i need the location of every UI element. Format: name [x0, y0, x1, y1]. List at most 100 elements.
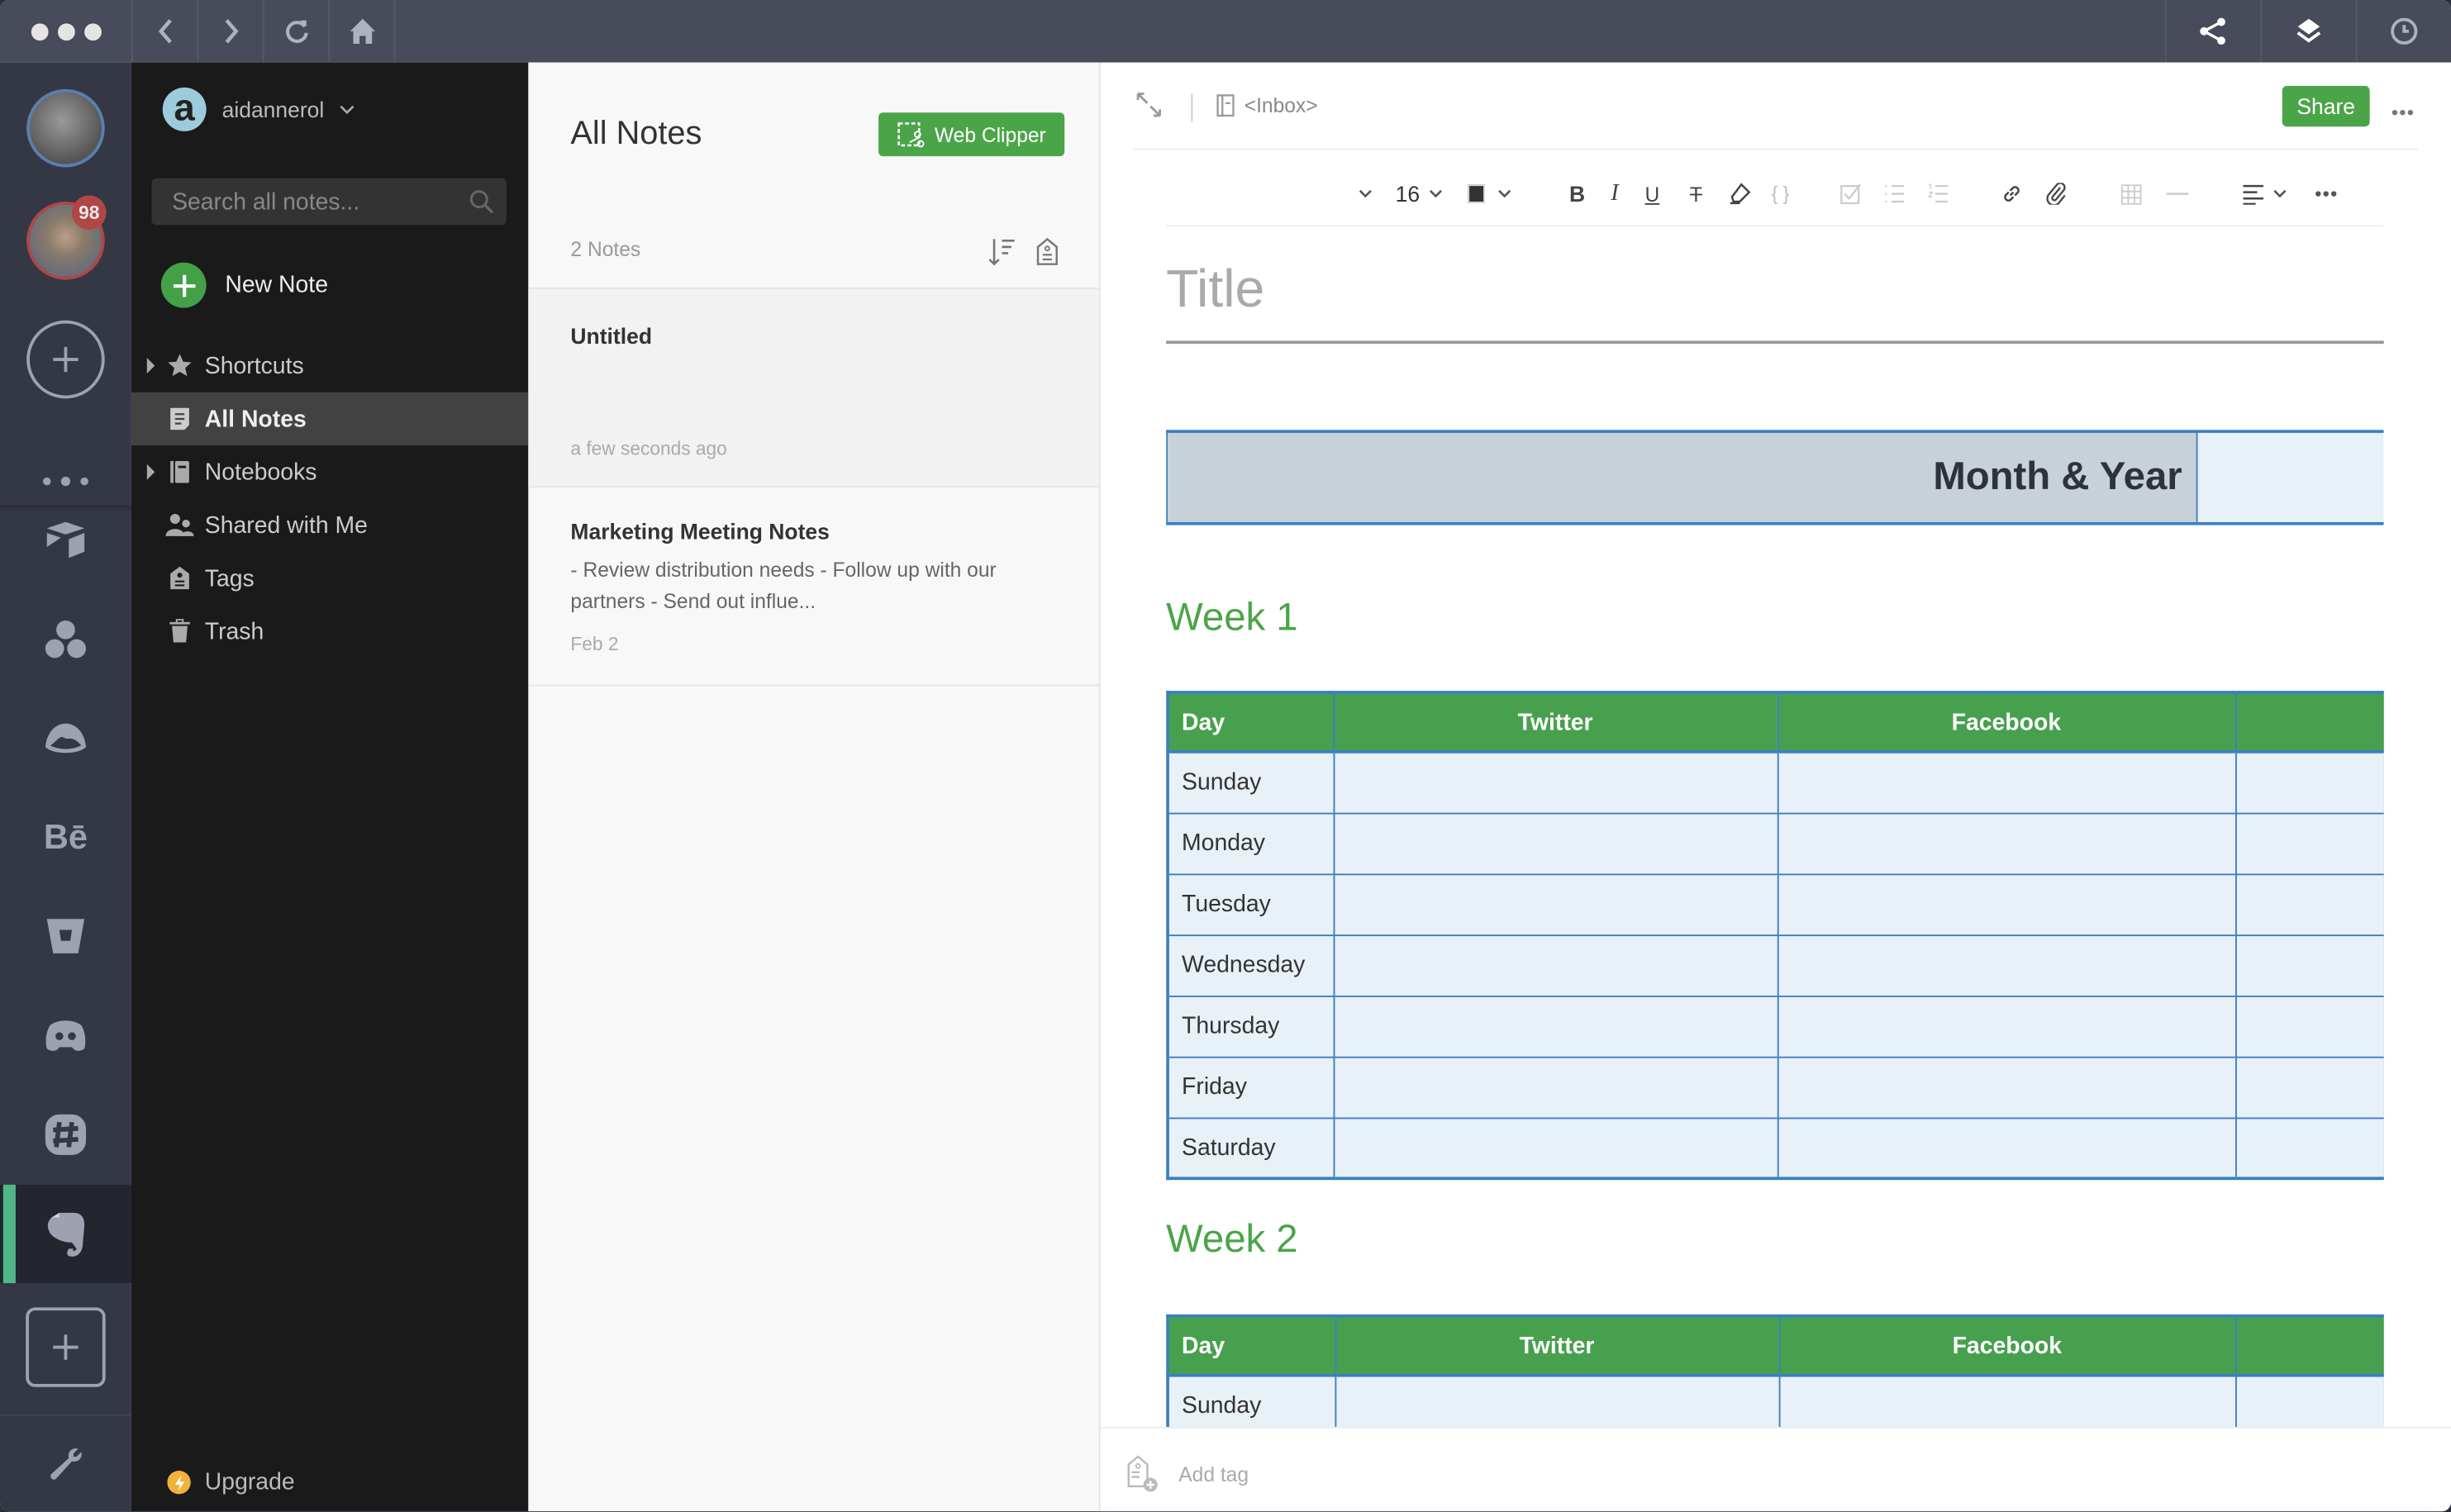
expand-caret-icon[interactable]	[146, 358, 155, 374]
upgrade-button[interactable]: Upgrade	[167, 1469, 295, 1495]
home-button[interactable]	[330, 0, 396, 63]
table-cell[interactable]	[1332, 811, 1778, 875]
column-header[interactable]: Twitter	[1332, 691, 1778, 754]
table-cell[interactable]	[1334, 1374, 1780, 1428]
sidebar-item-all-notes[interactable]: All Notes	[131, 392, 529, 446]
note-body[interactable]: Month & Year Week 1 Day Twitter Facebook…	[1166, 430, 2384, 1428]
app-asana[interactable]	[0, 605, 131, 673]
column-header[interactable]: Day	[1166, 691, 1335, 754]
divider-button[interactable]	[2163, 178, 2192, 210]
column-header[interactable]	[2234, 691, 2384, 754]
expand-button[interactable]	[1135, 91, 1163, 127]
sidebar-item-tags[interactable]: Tags	[131, 552, 528, 605]
add-account-button[interactable]	[0, 316, 131, 403]
share-button[interactable]: Share	[2282, 86, 2370, 127]
italic-button[interactable]: I	[1604, 178, 1625, 210]
table-cell[interactable]	[2234, 872, 2384, 936]
tag-filter-button[interactable]	[1036, 237, 1058, 274]
app-bitbucket[interactable]	[0, 901, 131, 970]
strikethrough-button[interactable]: T	[1685, 178, 1706, 210]
add-tag-button[interactable]: Add tag	[1126, 1455, 1249, 1492]
forward-button[interactable]	[198, 0, 264, 63]
table-cell[interactable]	[1776, 750, 2236, 814]
table-cell[interactable]	[2234, 1374, 2384, 1428]
table-cell[interactable]	[1332, 1055, 1778, 1119]
table-cell[interactable]	[1776, 811, 2236, 875]
sidebar-item-shared[interactable]: Shared with Me	[131, 498, 528, 551]
alignment-dropdown[interactable]	[2239, 178, 2292, 210]
attachment-button[interactable]	[2044, 178, 2069, 210]
reload-button[interactable]	[264, 0, 331, 63]
app-basecamp[interactable]	[0, 705, 131, 773]
column-header[interactable]: Facebook	[1776, 691, 2236, 754]
account-avatar-2[interactable]	[0, 197, 131, 284]
layers-button[interactable]	[2260, 0, 2355, 63]
app-discord[interactable]	[0, 1002, 131, 1071]
checklist-button[interactable]	[1839, 178, 1863, 210]
column-header[interactable]: Facebook	[1778, 1314, 2236, 1377]
day-cell[interactable]: Sunday	[1166, 1374, 1336, 1428]
numbered-list-button[interactable]	[1925, 178, 1950, 210]
day-cell[interactable]: Friday	[1166, 1055, 1335, 1119]
sidebar-item-trash[interactable]: Trash	[131, 605, 528, 658]
account-switcher[interactable]: a aidannerol	[162, 87, 355, 131]
month-year-table[interactable]: Month & Year	[1166, 430, 2384, 525]
font-family-dropdown[interactable]	[1354, 178, 1375, 210]
window-menu[interactable]	[0, 0, 133, 63]
font-size-dropdown[interactable]: 16	[1392, 178, 1445, 210]
note-title-input[interactable]	[1166, 242, 2384, 336]
table-cell[interactable]	[1332, 750, 1778, 814]
link-button[interactable]	[1999, 178, 2024, 210]
web-clipper-button[interactable]: Web Clipper	[878, 112, 1065, 157]
new-note-button[interactable]: New Note	[160, 262, 328, 308]
app-behance[interactable]: Bē	[0, 803, 131, 872]
table-cell[interactable]	[1776, 934, 2236, 996]
month-year-cell[interactable]: Month & Year	[1168, 432, 2198, 522]
app-slack[interactable]	[0, 1101, 131, 1169]
more-options-button[interactable]	[2392, 95, 2414, 123]
expand-caret-icon[interactable]	[146, 464, 155, 480]
table-cell[interactable]	[1332, 1116, 1778, 1181]
note-item[interactable]: Untitled a few seconds ago	[528, 288, 1099, 488]
share-app-button[interactable]	[2164, 0, 2260, 63]
day-cell[interactable]: Saturday	[1166, 1116, 1335, 1181]
table-cell[interactable]	[1332, 995, 1778, 1058]
search-input[interactable]	[151, 187, 473, 216]
more-accounts[interactable]	[0, 466, 131, 497]
more-formatting-button[interactable]	[2314, 178, 2339, 210]
table-cell[interactable]	[1776, 1116, 2236, 1181]
font-color-dropdown[interactable]	[1466, 178, 1513, 210]
settings-button[interactable]	[0, 1430, 131, 1499]
app-airtable[interactable]	[0, 505, 131, 573]
column-header[interactable]: Day	[1166, 1314, 1336, 1377]
bullet-list-button[interactable]	[1882, 178, 1906, 210]
add-app-button[interactable]	[0, 1305, 131, 1389]
table-cell[interactable]	[1776, 995, 2236, 1058]
back-button[interactable]	[133, 0, 199, 63]
code-block-button[interactable]: { }	[1769, 178, 1791, 210]
table-cell[interactable]	[2234, 750, 2384, 814]
day-cell[interactable]: Sunday	[1166, 750, 1335, 814]
column-header[interactable]: Twitter	[1334, 1314, 1780, 1377]
table-cell[interactable]	[2234, 1116, 2384, 1181]
note-item[interactable]: Marketing Meeting Notes - Review distrib…	[528, 487, 1099, 687]
search-icon[interactable]	[469, 189, 494, 214]
underline-button[interactable]: U	[1641, 178, 1663, 210]
table-cell[interactable]	[1332, 934, 1778, 996]
notebook-selector[interactable]: <Inbox>	[1216, 93, 1318, 117]
highlight-button[interactable]	[1727, 178, 1752, 210]
sort-button[interactable]	[988, 238, 1016, 274]
table-cell[interactable]	[2234, 811, 2384, 875]
column-header[interactable]	[2234, 1314, 2384, 1377]
bold-button[interactable]: B	[1564, 178, 1589, 210]
account-avatar-1[interactable]	[0, 84, 131, 172]
day-cell[interactable]: Wednesday	[1166, 934, 1335, 996]
table-cell[interactable]	[1778, 1374, 2236, 1428]
app-evernote[interactable]	[0, 1184, 131, 1284]
table-cell[interactable]	[2234, 1055, 2384, 1119]
table-cell[interactable]	[1776, 872, 2236, 936]
day-cell[interactable]: Tuesday	[1166, 872, 1335, 936]
table-cell[interactable]	[2234, 995, 2384, 1058]
sidebar-item-notebooks[interactable]: Notebooks	[131, 445, 528, 498]
table-button[interactable]	[2118, 178, 2143, 210]
